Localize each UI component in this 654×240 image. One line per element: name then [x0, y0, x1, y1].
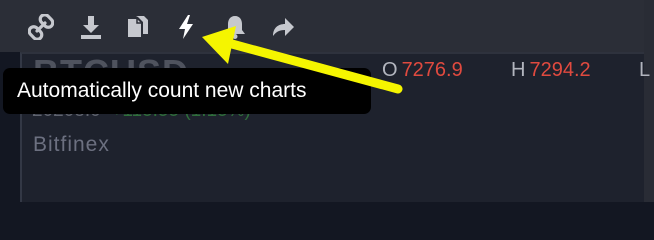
annotation-arrow [202, 26, 403, 94]
